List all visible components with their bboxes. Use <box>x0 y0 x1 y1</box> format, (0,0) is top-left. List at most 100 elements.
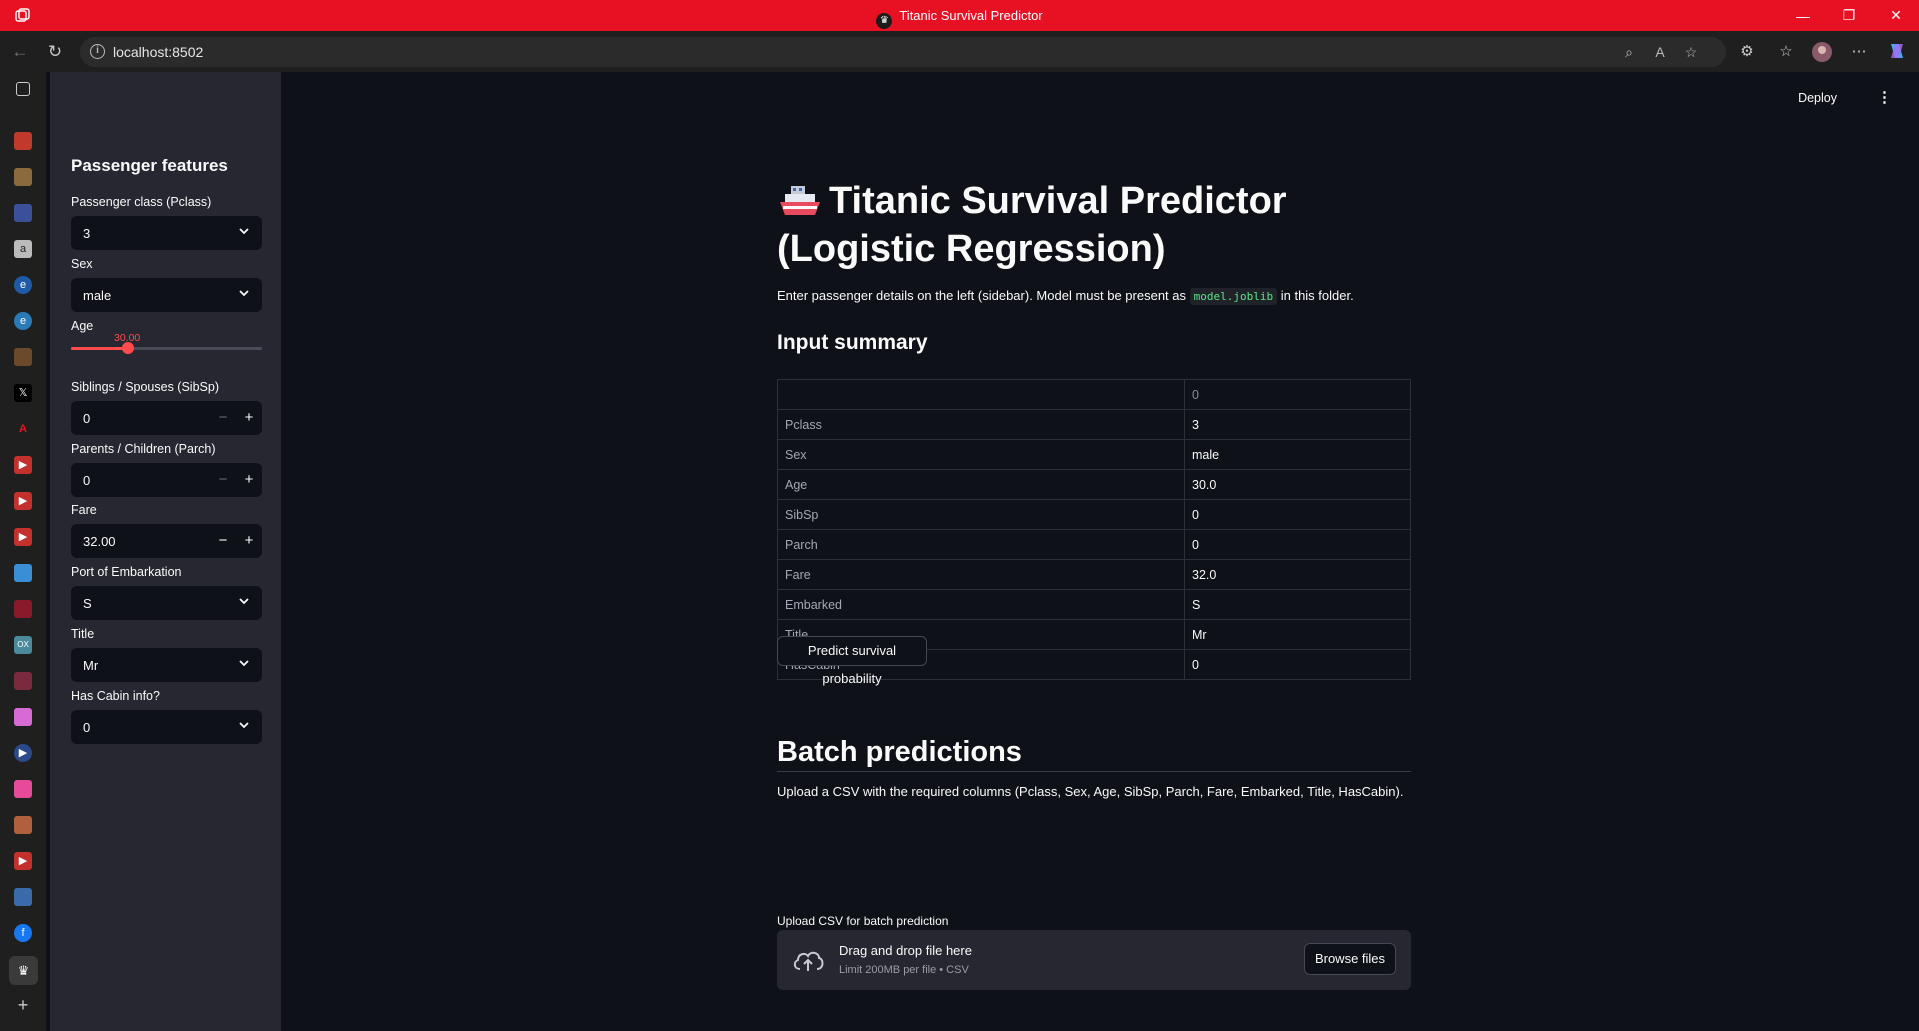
table-row[interactable]: Fare 32.0 <box>777 559 1411 590</box>
fare-number-input[interactable]: 32.00 − + <box>71 524 262 558</box>
table-row-index[interactable]: SibSp <box>777 499 1185 530</box>
table-row[interactable]: Parch 0 <box>777 529 1411 560</box>
sibsp-value[interactable]: 0 <box>83 411 90 426</box>
section-divider <box>777 771 1411 772</box>
copilot-icon[interactable] <box>1886 41 1908 63</box>
pclass-label: Passenger class (Pclass) <box>71 195 212 209</box>
table-row[interactable]: Sex male <box>777 439 1411 470</box>
table-row-index[interactable]: Sex <box>777 439 1185 470</box>
pinned-site-icon[interactable] <box>14 564 32 582</box>
pinned-site-icon[interactable] <box>14 348 32 366</box>
pinned-site-icon[interactable] <box>14 600 32 618</box>
table-row-index[interactable]: Embarked <box>777 589 1185 620</box>
read-aloud-icon[interactable]: A <box>1651 43 1669 61</box>
close-window-button[interactable]: ✕ <box>1873 0 1919 31</box>
fare-decrement-button[interactable]: − <box>210 524 236 558</box>
deploy-button[interactable]: Deploy <box>1798 91 1837 105</box>
browser-toolbar: ← ↻ i localhost:8502 ⌕ A ☆ ⚙ ☆ ⋯ <box>0 31 1919 72</box>
age-slider-fill <box>71 347 129 350</box>
age-slider[interactable] <box>71 342 262 354</box>
hascabin-select[interactable]: 0 <box>71 710 262 744</box>
main-menu-icon[interactable]: ⋮ <box>1877 89 1892 107</box>
pinned-site-icon[interactable]: a <box>14 240 32 258</box>
back-icon[interactable]: ← <box>7 39 33 65</box>
table-row[interactable]: SibSp 0 <box>777 499 1411 530</box>
chevron-down-icon <box>239 228 249 235</box>
table-cell-value[interactable]: 0 <box>1184 649 1411 680</box>
table-row-index[interactable]: Parch <box>777 529 1185 560</box>
sibsp-decrement-button[interactable]: − <box>210 401 236 435</box>
pinned-site-icon[interactable] <box>14 888 32 906</box>
zoom-icon[interactable]: ⌕ <box>1620 43 1638 61</box>
add-tab-icon[interactable]: + <box>14 996 32 1014</box>
table-cell-value[interactable]: S <box>1184 589 1411 620</box>
title-select[interactable]: Mr <box>71 648 262 682</box>
file-dropzone[interactable]: Drag and drop file here Limit 200MB per … <box>777 930 1411 990</box>
sex-select[interactable]: male <box>71 278 262 312</box>
table-row-index[interactable]: Pclass <box>777 409 1185 440</box>
page-title-text: Titanic Survival Predictor (Logistic Reg… <box>777 180 1287 270</box>
predict-button[interactable]: Predict survival probability <box>777 636 927 686</box>
favorites-icon[interactable]: ☆ <box>1775 41 1797 63</box>
restore-button[interactable]: ❐ <box>1826 0 1872 31</box>
refresh-icon[interactable]: ↻ <box>42 39 68 65</box>
more-menu-icon[interactable]: ⋯ <box>1848 41 1870 63</box>
youtube-icon[interactable]: ▶ <box>14 456 32 474</box>
pinned-site-icon[interactable]: e <box>14 276 32 294</box>
sibsp-number-input[interactable]: 0 − + <box>71 401 262 435</box>
table-row-index[interactable]: Fare <box>777 559 1185 590</box>
extensions-icon[interactable]: ⚙ <box>1736 41 1758 63</box>
site-info-icon[interactable]: i <box>90 44 105 59</box>
youtube-icon[interactable]: ▶ <box>14 852 32 870</box>
table-row[interactable]: Age 30.0 <box>777 469 1411 500</box>
pinned-site-icon[interactable]: ▶ <box>14 744 32 762</box>
profile-avatar[interactable] <box>1811 41 1833 63</box>
pinned-site-icon[interactable] <box>14 672 32 690</box>
tab-actions-icon[interactable] <box>16 82 30 96</box>
input-summary-table[interactable]: 0 Pclass 3 Sex male Age 30.0 SibSp 0 Parch 0 Fare 3… <box>777 379 1411 680</box>
parch-number-input[interactable]: 0 − + <box>71 463 262 497</box>
pinned-site-icon[interactable] <box>14 132 32 150</box>
browse-files-button[interactable]: Browse files <box>1304 943 1396 975</box>
url-text[interactable]: localhost:8502 <box>113 44 203 60</box>
table-column-header[interactable]: 0 <box>1184 379 1411 410</box>
table-cell-value[interactable]: Mr <box>1184 619 1411 650</box>
table-cell-value[interactable]: 3 <box>1184 409 1411 440</box>
table-cell-value[interactable]: male <box>1184 439 1411 470</box>
parch-value[interactable]: 0 <box>83 473 90 488</box>
fare-increment-button[interactable]: + <box>236 524 262 558</box>
pinned-site-icon[interactable]: OX <box>14 636 32 654</box>
pinned-site-icon[interactable] <box>14 816 32 834</box>
parch-decrement-button[interactable]: − <box>210 463 236 497</box>
x-icon[interactable]: 𝕏 <box>14 384 32 402</box>
table-row[interactable]: Embarked S <box>777 589 1411 620</box>
pinned-site-icon[interactable] <box>14 204 32 222</box>
embarked-select[interactable]: S <box>71 586 262 620</box>
table-cell-value[interactable]: 32.0 <box>1184 559 1411 590</box>
table-cell-value[interactable]: 30.0 <box>1184 469 1411 500</box>
fare-label: Fare <box>71 503 97 517</box>
table-row-index[interactable]: Age <box>777 469 1185 500</box>
table-cell-value[interactable]: 0 <box>1184 499 1411 530</box>
facebook-icon[interactable]: f <box>14 924 32 942</box>
cloud-upload-icon <box>793 951 824 971</box>
pinned-site-icon[interactable] <box>14 780 32 798</box>
address-bar[interactable]: i localhost:8502 ⌕ A ☆ <box>80 37 1726 67</box>
pclass-select[interactable]: 3 <box>71 216 262 250</box>
embarked-value: S <box>83 596 92 611</box>
pinned-site-icon[interactable]: A <box>14 420 32 438</box>
favorite-star-icon[interactable]: ☆ <box>1682 43 1700 61</box>
youtube-icon[interactable]: ▶ <box>14 528 32 546</box>
youtube-icon[interactable]: ▶ <box>14 492 32 510</box>
pinned-site-icon[interactable] <box>14 168 32 186</box>
parch-increment-button[interactable]: + <box>236 463 262 497</box>
streamlit-tab-icon[interactable]: ♛ <box>9 956 38 985</box>
sibsp-increment-button[interactable]: + <box>236 401 262 435</box>
table-cell-value[interactable]: 0 <box>1184 529 1411 560</box>
pinned-site-icon[interactable]: e <box>14 312 32 330</box>
pinned-site-icon[interactable] <box>14 708 32 726</box>
minimize-button[interactable]: — <box>1780 0 1826 31</box>
table-row[interactable]: Pclass 3 <box>777 409 1411 440</box>
age-slider-thumb[interactable] <box>122 342 135 354</box>
fare-value[interactable]: 32.00 <box>83 534 116 549</box>
